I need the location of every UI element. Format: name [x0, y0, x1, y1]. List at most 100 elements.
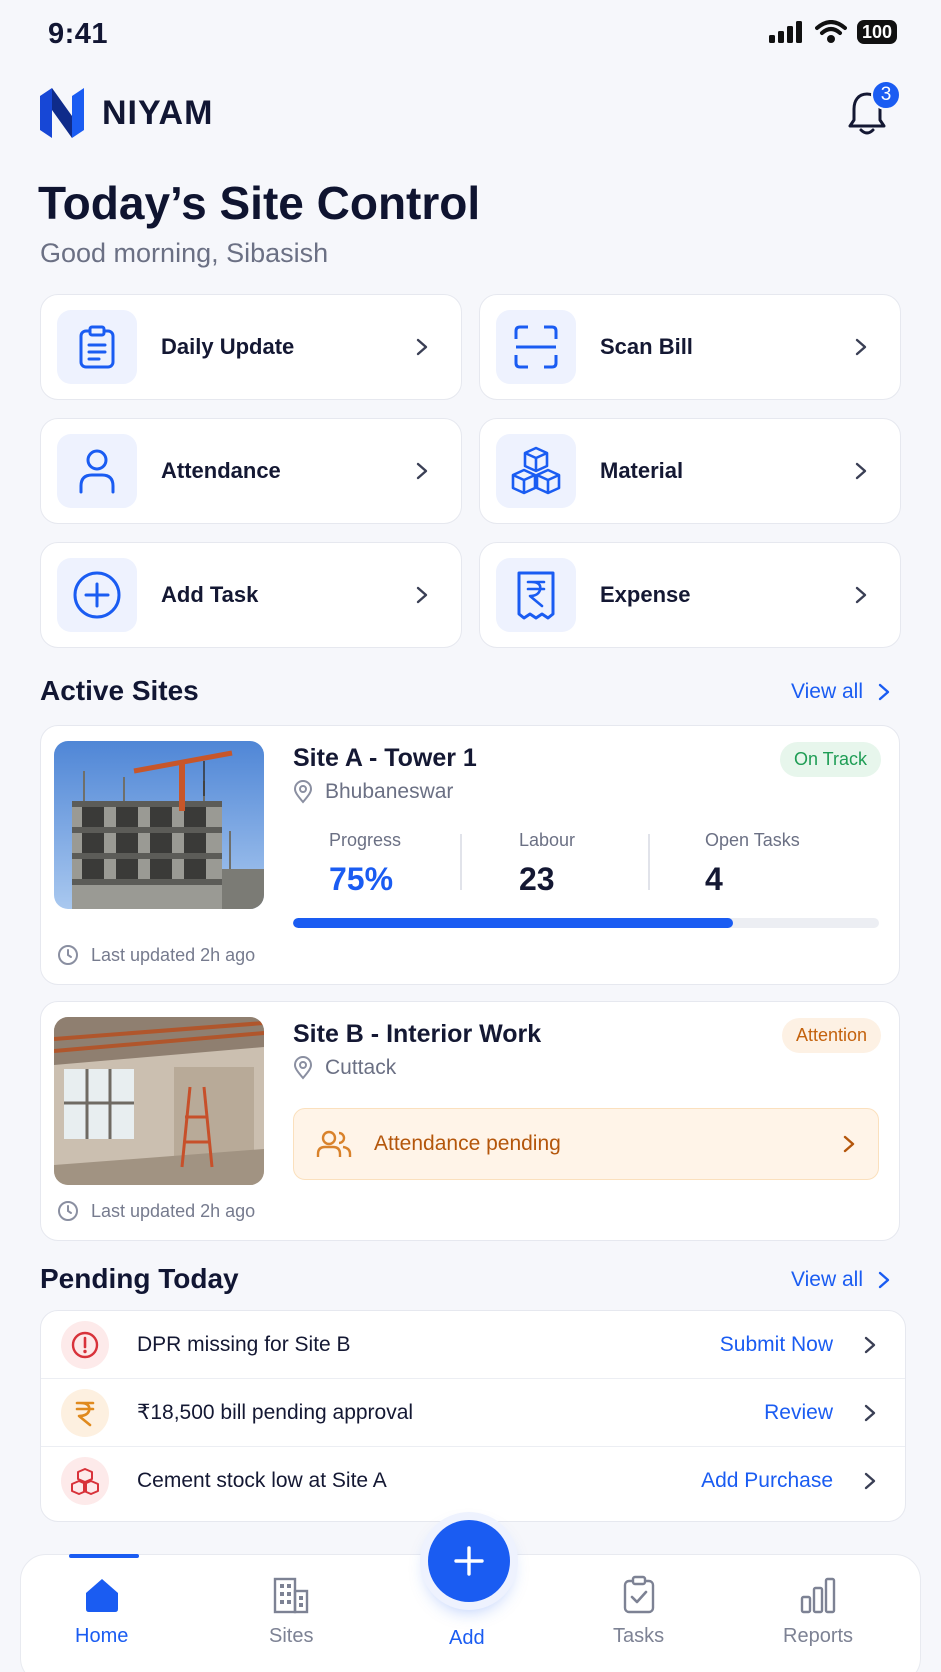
- add-purchase-button[interactable]: Add Purchase: [701, 1469, 833, 1493]
- scan-icon: [496, 310, 576, 384]
- active-sites-view-all[interactable]: View all: [791, 680, 891, 704]
- status-badge: Attention: [781, 1018, 881, 1053]
- status-badge: On Track: [779, 742, 881, 777]
- last-updated-label: Last updated 2h ago: [91, 1200, 256, 1221]
- last-updated: Last updated 2h ago: [57, 1200, 255, 1222]
- submit-now-button[interactable]: Submit Now: [720, 1333, 833, 1357]
- nav-label: Reports: [783, 1625, 854, 1647]
- site-location: Bhubaneswar: [293, 780, 453, 804]
- chevron-right-icon: [416, 462, 428, 480]
- pending-today-view-all[interactable]: View all: [791, 1268, 891, 1292]
- pending-item-text: ₹18,500 bill pending approval: [137, 1401, 414, 1424]
- alert-icon: [61, 1320, 109, 1369]
- chevron-right-icon: [864, 1472, 876, 1490]
- stat-progress: Progress 75%: [329, 830, 401, 898]
- view-all-label: View all: [791, 680, 863, 703]
- signal-icon: [768, 21, 802, 43]
- stat-labour: Labour 23: [519, 830, 575, 898]
- nav-home[interactable]: Home: [75, 1575, 128, 1648]
- stock-icon: [61, 1457, 109, 1505]
- stat-open-tasks: Open Tasks 4: [705, 830, 800, 898]
- quick-action-attendance[interactable]: Attendance: [40, 418, 462, 524]
- pending-item-text: Cement stock low at Site A: [137, 1469, 387, 1492]
- pending-item-cement[interactable]: Cement stock low at Site A Add Purchase: [41, 1447, 905, 1515]
- site-b-photo: [54, 1017, 264, 1185]
- location-pin-icon: [293, 780, 313, 804]
- brand: NIYAM: [40, 88, 213, 138]
- pending-item-text: DPR missing for Site B: [137, 1332, 351, 1356]
- quick-action-material[interactable]: Material: [479, 418, 901, 524]
- site-name: Site A - Tower 1: [293, 744, 477, 772]
- review-button[interactable]: Review: [764, 1401, 833, 1425]
- page-title: Today’s Site Control: [38, 177, 481, 229]
- site-location-label: Bhubaneswar: [325, 780, 454, 803]
- quick-action-expense[interactable]: Expense: [479, 542, 901, 648]
- wifi-icon: [814, 20, 847, 43]
- progress-bar: [293, 918, 879, 928]
- last-updated: Last updated 2h ago: [57, 944, 255, 966]
- quick-action-label: Attendance: [161, 458, 281, 483]
- receipt-rupee-icon: [496, 558, 576, 632]
- battery-indicator: 100: [856, 20, 897, 44]
- notifications-button[interactable]: 3: [847, 80, 901, 136]
- view-all-label: View all: [791, 1268, 863, 1291]
- stat-value: 75%: [329, 861, 394, 897]
- stat-label: Progress: [329, 830, 402, 850]
- buildings-icon: [274, 1577, 309, 1614]
- last-updated-label: Last updated 2h ago: [91, 944, 256, 965]
- site-card-a[interactable]: Site A - Tower 1 Bhubaneswar On Track Pr…: [40, 725, 900, 985]
- home-icon: [85, 1579, 118, 1612]
- person-icon: [57, 434, 137, 508]
- chevron-right-icon: [416, 338, 428, 356]
- chevron-right-icon: [855, 462, 867, 480]
- site-location: Cuttack: [293, 1056, 396, 1080]
- site-name: Site B - Interior Work: [293, 1020, 542, 1048]
- progress-bar-fill: [293, 918, 733, 928]
- attendance-pending-alert[interactable]: Attendance pending: [293, 1108, 879, 1180]
- pending-item-bill[interactable]: ₹18,500 bill pending approval Review: [41, 1379, 905, 1447]
- quick-action-label: Scan Bill: [600, 334, 693, 359]
- nav-label: Tasks: [613, 1625, 665, 1647]
- boxes-icon: [496, 434, 576, 508]
- stat-label: Labour: [519, 830, 576, 850]
- nav-sites[interactable]: Sites: [269, 1575, 313, 1648]
- pending-today-title: Pending Today: [40, 1263, 239, 1294]
- nav-label: Sites: [269, 1625, 314, 1647]
- rupee-icon: [61, 1388, 109, 1437]
- quick-action-label: Material: [600, 458, 684, 483]
- nav-reports[interactable]: Reports: [783, 1575, 853, 1648]
- stat-label: Open Tasks: [705, 830, 800, 850]
- location-pin-icon: [293, 1056, 313, 1080]
- chevron-right-icon: [864, 1404, 876, 1421]
- pending-item-dpr[interactable]: DPR missing for Site B Submit Now: [41, 1311, 905, 1379]
- status-icons: 100: [768, 20, 897, 44]
- nav-tasks[interactable]: Tasks: [613, 1575, 664, 1648]
- notification-badge: 3: [871, 80, 901, 110]
- quick-action-label: Daily Update: [161, 334, 295, 359]
- chevron-right-icon: [855, 338, 867, 356]
- chevron-right-icon: [416, 586, 428, 604]
- chevron-right-icon: [864, 1336, 876, 1353]
- active-sites-title: Active Sites: [40, 675, 199, 706]
- quick-action-daily-update[interactable]: Daily Update: [40, 294, 462, 400]
- active-tab-indicator: [69, 1554, 139, 1558]
- add-fab-button[interactable]: [428, 1520, 510, 1602]
- chevron-right-icon: [843, 1135, 855, 1153]
- niyam-logo-icon: [40, 88, 84, 138]
- stat-value: 23: [519, 861, 555, 897]
- clock-icon: [58, 945, 78, 965]
- divider: [648, 834, 650, 890]
- users-icon: [316, 1130, 352, 1157]
- nav-label: Home: [75, 1625, 129, 1647]
- chevron-right-icon: [878, 1271, 890, 1289]
- brand-name: NIYAM: [102, 93, 214, 132]
- quick-action-label: Expense: [600, 582, 691, 607]
- stat-value: 4: [705, 861, 723, 897]
- quick-action-add-task[interactable]: Add Task: [40, 542, 462, 648]
- nav-add-label[interactable]: Add: [449, 1627, 485, 1650]
- site-a-photo: [54, 741, 264, 909]
- site-card-b[interactable]: Site B - Interior Work Cuttack Attention…: [40, 1001, 900, 1241]
- quick-action-label: Add Task: [161, 582, 259, 607]
- quick-action-scan-bill[interactable]: Scan Bill: [479, 294, 901, 400]
- clipboard-icon: [57, 310, 137, 384]
